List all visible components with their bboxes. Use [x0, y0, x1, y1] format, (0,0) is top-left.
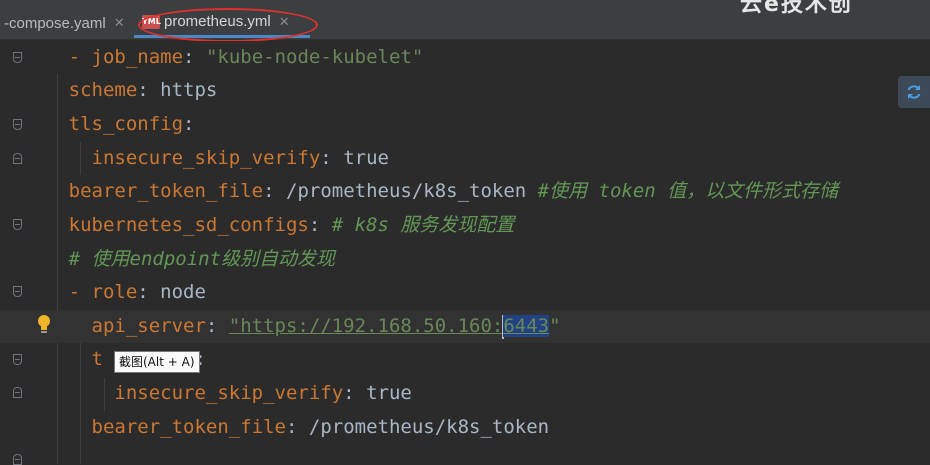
channel-watermark: 云e技术创	[740, 0, 853, 14]
tab-prometheus-yml[interactable]: YML prometheus.yml ✕	[134, 8, 310, 38]
lightbulb-icon[interactable]	[36, 313, 52, 337]
screenshot-tooltip: 截图(Alt + A)	[114, 351, 200, 373]
code-line-6: kubernetes_sd_configs: # k8s 服务发现配置	[68, 214, 515, 236]
text-selection: 6443	[503, 315, 550, 337]
yml-file-icon: YML	[142, 14, 161, 29]
code-editor[interactable]: - job_name: "kube-node-kubelet" scheme: …	[0, 41, 930, 465]
code-line-2: scheme: https	[68, 79, 218, 101]
code-line-12: bearer_token_file: /prometheus/k8s_token	[91, 416, 550, 438]
tab-docker-compose[interactable]: -compose.yaml ✕	[0, 8, 132, 38]
tab-label: -compose.yaml	[4, 14, 106, 32]
code-line-9-current: api_server: "https://192.168.50.160:6443…	[0, 310, 930, 343]
code-line-5: bearer_token_file: /prometheus/k8s_token…	[68, 180, 839, 202]
close-icon[interactable]: ✕	[279, 14, 290, 30]
code-line-8: - role: node	[68, 281, 206, 303]
close-icon[interactable]: ✕	[114, 15, 125, 31]
code-line-11: insecure_skip_verify: true	[114, 382, 412, 404]
fold-marker-icon[interactable]	[13, 454, 22, 465]
reload-changes-button[interactable]	[898, 76, 930, 108]
code-line-3: tls_config:	[68, 113, 195, 135]
refresh-icon	[907, 85, 921, 99]
tab-label: prometheus.yml	[164, 13, 271, 30]
code-line-4: insecure_skip_verify: true	[91, 147, 389, 169]
code-line-1: - job_name: "kube-node-kubelet"	[68, 46, 424, 68]
editor-tab-bar: -compose.yaml ✕ YML prometheus.yml ✕ 云e技…	[0, 0, 930, 42]
code-line-7: # 使用endpoint级别自动发现	[68, 248, 336, 270]
